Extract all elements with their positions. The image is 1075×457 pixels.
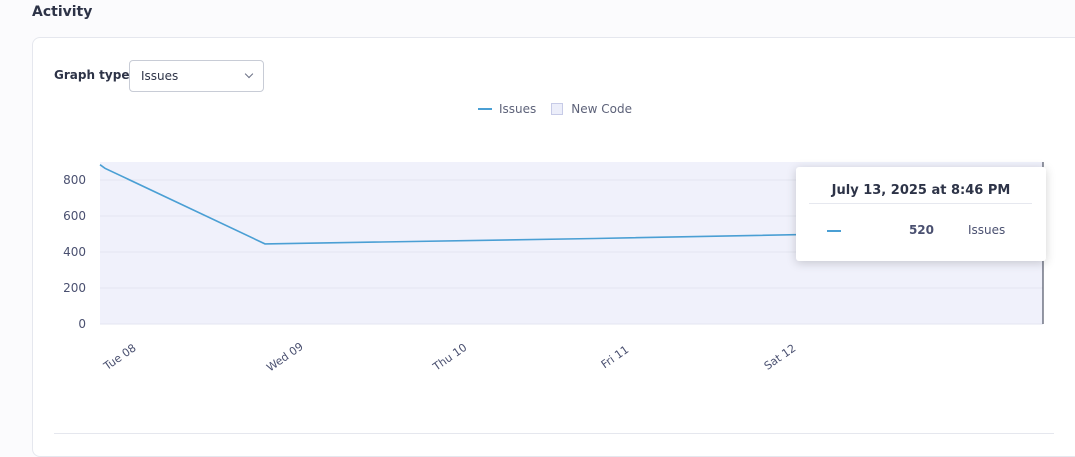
x-tick-label-thu-10: Thu 10 bbox=[430, 341, 470, 374]
tooltip-value: 520 bbox=[908, 223, 934, 237]
x-tick-label-wed-09: Wed 09 bbox=[264, 340, 305, 374]
x-tick-label-sat-12: Sat 12 bbox=[762, 342, 799, 373]
y-tick-label-400: 400 bbox=[63, 245, 86, 259]
y-tick-label-600: 600 bbox=[63, 209, 86, 223]
y-tick-label-0: 0 bbox=[78, 317, 86, 331]
x-tick-label-fri-11: Fri 11 bbox=[599, 343, 632, 371]
y-tick-label-800: 800 bbox=[63, 173, 86, 187]
chart-tooltip: July 13, 2025 at 8:46 PM 520 Issues bbox=[796, 167, 1046, 261]
tooltip-series-label: Issues bbox=[968, 223, 1006, 237]
tooltip-series-line-icon bbox=[827, 230, 841, 232]
x-tick-label-tue-08: Tue 08 bbox=[101, 341, 139, 373]
tooltip-title: July 13, 2025 at 8:46 PM bbox=[831, 183, 1011, 198]
y-tick-label-200: 200 bbox=[63, 281, 86, 295]
tooltip-divider bbox=[809, 203, 1032, 204]
section-divider bbox=[54, 433, 1054, 434]
